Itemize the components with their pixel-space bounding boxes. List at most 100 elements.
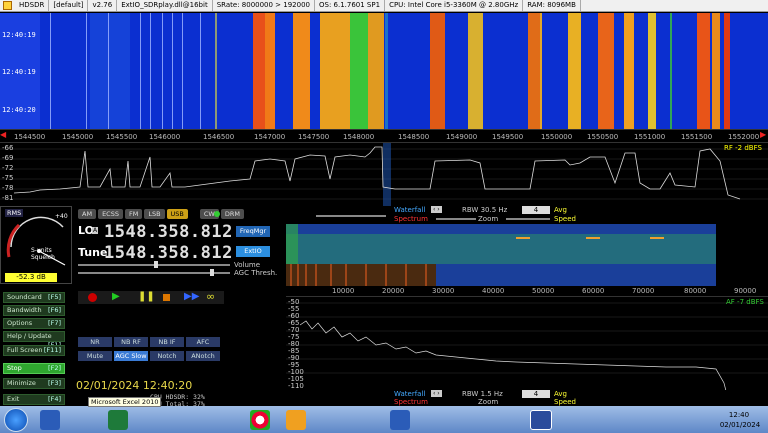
freq-tick: 1549500 xyxy=(492,133,524,141)
fast-forward-icon[interactable]: ▶▶ xyxy=(184,291,199,302)
rf-level-status: RF -2 dBFS xyxy=(724,144,762,152)
soundcard-button[interactable]: Soundcard [F5] xyxy=(3,292,65,303)
wf-time-1: 12:40:19 xyxy=(2,31,36,39)
s-meter[interactable]: RMS +40 S-units Squelch -52.3 dB xyxy=(0,206,72,284)
mode-buttons: AM ECSS FM LSB USB CW DRM xyxy=(78,209,244,219)
options-button[interactable]: Options [F7] xyxy=(3,318,65,329)
mode-fm-button[interactable]: FM xyxy=(124,209,143,219)
agc-threshold-slider[interactable] xyxy=(78,272,230,274)
avg-select-bottom[interactable]: 4 xyxy=(522,390,550,398)
stop-icon[interactable] xyxy=(163,294,170,301)
agc-threshold-label: AGC Thresh. xyxy=(234,269,278,277)
wf-time-2: 12:40:19 xyxy=(2,68,36,76)
hdsdr-taskbar-icon[interactable] xyxy=(530,410,552,430)
rbw-label-bottom: RBW 1.5 Hz xyxy=(462,390,503,398)
notch-button[interactable]: Notch xyxy=(150,351,184,361)
pause-icon[interactable]: ❚❚ xyxy=(138,291,155,302)
af-waterfall-controls: Waterfall ‹ › RBW 30.5 Hz 4 Avg Spectrum… xyxy=(286,206,768,224)
speed-slider[interactable] xyxy=(506,218,550,220)
lo-vfo-tag[interactable]: A xyxy=(92,227,99,234)
freq-tick: 1550000 xyxy=(541,133,573,141)
afc-button[interactable]: AFC xyxy=(186,337,220,347)
spectrum-label: Spectrum xyxy=(394,215,428,223)
title-extio: ExtIO_SDRplay.dll@16bit xyxy=(117,0,213,11)
mode-ecss-button[interactable]: ECSS xyxy=(98,209,123,219)
scroll-right-icon[interactable]: ▶ xyxy=(760,130,766,142)
rf-frequency-axis[interactable]: ◀ ▶ 1544500 1545000 1545500 1546000 1546… xyxy=(0,129,768,142)
title-bar: HDSDR [default] v2.76 ExtIO_SDRplay.dll@… xyxy=(0,0,768,12)
excel-icon[interactable] xyxy=(108,410,128,430)
avg-label: Avg xyxy=(554,206,567,214)
full-screen-button[interactable]: Full Screen [F11] xyxy=(3,345,65,356)
af-tick: 40000 xyxy=(482,287,505,295)
title-app: HDSDR xyxy=(15,0,50,11)
title-version: v2.76 xyxy=(88,0,118,11)
mode-drm-button[interactable]: DRM xyxy=(220,209,244,219)
freqmgr-button[interactable]: FreqMgr xyxy=(236,226,270,237)
title-ram: RAM: 8096MB xyxy=(523,0,581,11)
help-update-button[interactable]: Help / Update[F1] xyxy=(3,331,65,349)
af-tick: 80000 xyxy=(684,287,707,295)
freq-tick: 1548000 xyxy=(343,133,375,141)
zoom-label-bottom: Zoom xyxy=(478,398,499,406)
usb-indicator-icon xyxy=(214,211,220,217)
waterfall-spin-icon[interactable]: ‹ › xyxy=(431,206,442,213)
word-icon[interactable] xyxy=(40,410,60,430)
freq-tick: 1552000 xyxy=(728,133,760,141)
s-scale-plus40: +40 xyxy=(55,213,68,220)
loop-icon[interactable]: ∞ xyxy=(206,290,215,303)
play-icon[interactable]: ▶ xyxy=(112,291,120,302)
record-icon[interactable] xyxy=(88,293,97,302)
spectrum-slider[interactable] xyxy=(316,215,386,217)
anotch-button[interactable]: ANotch xyxy=(186,351,220,361)
word-doc-icon[interactable] xyxy=(390,410,410,430)
volume-slider-thumb[interactable] xyxy=(154,261,158,268)
af-waterfall[interactable] xyxy=(286,224,768,286)
agc-threshold-thumb[interactable] xyxy=(210,269,214,276)
chrome-icon[interactable] xyxy=(250,410,270,430)
speed-label-bottom: Speed xyxy=(554,398,576,406)
af-db-label: -110 xyxy=(288,382,304,390)
extio-button[interactable]: ExtIO xyxy=(236,246,270,257)
start-button-icon[interactable] xyxy=(4,408,28,432)
rf-waterfall[interactable]: 12:40:19 12:40:19 12:40:20 xyxy=(0,13,768,130)
spectrum-label-bottom: Spectrum xyxy=(394,398,428,406)
freq-tick: 1545500 xyxy=(106,133,138,141)
freq-tick: 1544500 xyxy=(14,133,46,141)
dsp-buttons-row1: NR NB RF NB IF AFC xyxy=(78,337,220,347)
af-tick: 10000 xyxy=(332,287,355,295)
mode-lsb-button[interactable]: LSB xyxy=(144,209,165,219)
tune-frequency[interactable]: 1548.358.812 xyxy=(104,243,233,263)
rf-waterfall-canvas xyxy=(0,13,768,130)
nr-button[interactable]: NR xyxy=(78,337,112,347)
taskbar-tooltip: Microsoft Excel 2010 xyxy=(88,397,162,407)
nb-rf-button[interactable]: NB RF xyxy=(114,337,148,347)
exit-button[interactable]: Exit [F4] xyxy=(3,394,65,405)
af-tick: 30000 xyxy=(432,287,455,295)
nb-if-button[interactable]: NB IF xyxy=(150,337,184,347)
af-spectrum[interactable]: -50 -55 -60 -65 -70 -75 -80 -85 -90 -95 … xyxy=(286,296,768,392)
stop-button[interactable]: Stop [F2] xyxy=(3,363,65,374)
waterfall-spin-bottom-icon[interactable]: ‹ › xyxy=(431,390,442,397)
bandwidth-button[interactable]: Bandwidth [F6] xyxy=(3,305,65,316)
af-spectrum-controls: Waterfall ‹ › RBW 1.5 Hz 4 Avg Spectrum … xyxy=(286,390,768,406)
agc-slow-button[interactable]: AGC Slow xyxy=(114,351,148,361)
rf-db-label: -72 xyxy=(2,164,14,172)
freq-tick: 1551500 xyxy=(681,133,713,141)
rms-label[interactable]: RMS xyxy=(5,209,24,217)
tune-label: Tune xyxy=(78,246,108,259)
af-tick: 20000 xyxy=(382,287,405,295)
app-icon[interactable] xyxy=(286,410,306,430)
avg-select[interactable]: 4 xyxy=(522,206,550,214)
mode-am-button[interactable]: AM xyxy=(78,209,97,219)
title-os: OS: 6.1.7601 SP1 xyxy=(315,0,386,11)
lo-frequency[interactable]: 1548.358.812 xyxy=(104,222,233,242)
minimize-button[interactable]: Minimize [F3] xyxy=(3,378,65,389)
mode-usb-button[interactable]: USB xyxy=(166,209,188,219)
mute-button[interactable]: Mute xyxy=(78,351,112,361)
rf-spectrum[interactable]: -66 -69 -72 -75 -78 -81 RF -2 dBFS xyxy=(0,142,768,207)
scroll-left-icon[interactable]: ◀ xyxy=(0,130,6,142)
zoom-label: Zoom xyxy=(478,215,499,223)
zoom-slider[interactable] xyxy=(436,218,476,220)
rbw-label: RBW 30.5 Hz xyxy=(462,206,508,214)
